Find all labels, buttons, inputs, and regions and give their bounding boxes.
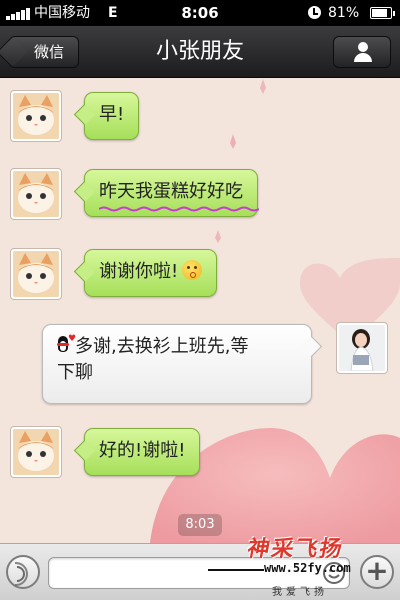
chat-info-button[interactable] bbox=[333, 36, 391, 68]
timestamp-badge: 8:03 bbox=[178, 514, 222, 536]
qq-penguin-icon: ♥ bbox=[57, 335, 76, 354]
watermark-title: 神采飞扬 bbox=[245, 537, 346, 562]
battery-percent: 81% bbox=[328, 5, 360, 21]
incoming-bubble[interactable]: 谢谢你啦! bbox=[84, 249, 218, 297]
cat-avatar[interactable] bbox=[10, 426, 62, 478]
cat-photo bbox=[13, 171, 59, 217]
alarm-icon bbox=[308, 6, 321, 19]
message-text-line1: 多谢,去换衫上班先,等 bbox=[75, 336, 249, 357]
message-row: 好的!谢啦! bbox=[0, 418, 400, 488]
message-row: 早! bbox=[0, 78, 400, 148]
message-row: ♥ 多谢,去换衫上班先,等 下聊 bbox=[0, 318, 400, 408]
cat-avatar[interactable] bbox=[10, 90, 62, 142]
message-row: 昨天我蛋糕好好吃 bbox=[0, 158, 400, 228]
girl-photo-avatar[interactable] bbox=[336, 322, 388, 374]
battery-level-fill bbox=[372, 9, 387, 17]
cat-photo bbox=[13, 429, 59, 475]
incoming-bubble[interactable]: 好的!谢啦! bbox=[84, 428, 201, 476]
cat-photo bbox=[13, 93, 59, 139]
voice-icon[interactable] bbox=[6, 555, 40, 589]
message-row: 谢谢你啦! bbox=[0, 238, 400, 308]
chat-area[interactable]: 早! 昨天我蛋糕好好吃 谢谢你啦! ♥ 多谢,去换衫上班先,等 下聊 好的!谢啦!… bbox=[0, 78, 400, 543]
status-bar: 中国移动 E 8:06 81% bbox=[0, 0, 400, 26]
nav-bar: 微信 小张朋友 bbox=[0, 26, 400, 78]
underline-squiggle bbox=[99, 206, 259, 212]
girl-photo bbox=[339, 325, 385, 371]
message-text: 谢谢你啦! bbox=[99, 261, 179, 282]
watermark-url: www.52fy.com bbox=[208, 561, 351, 575]
message-text: 早! bbox=[99, 104, 125, 125]
person-icon bbox=[354, 42, 372, 62]
incoming-bubble[interactable]: 昨天我蛋糕好好吃 bbox=[84, 169, 259, 217]
incoming-bubble[interactable]: 早! bbox=[84, 92, 140, 140]
watermark-subtitle: 我爱飞扬 bbox=[272, 587, 328, 598]
battery-icon bbox=[370, 7, 395, 19]
kiss-emoji-icon bbox=[182, 260, 203, 280]
plus-icon[interactable]: + bbox=[360, 555, 394, 589]
outgoing-bubble[interactable]: ♥ 多谢,去换衫上班先,等 下聊 bbox=[42, 324, 312, 404]
message-text: 昨天我蛋糕好好吃 bbox=[99, 181, 243, 202]
cat-avatar[interactable] bbox=[10, 168, 62, 220]
message-text: 好的!谢啦! bbox=[99, 440, 186, 461]
cat-avatar[interactable] bbox=[10, 248, 62, 300]
cat-photo bbox=[13, 251, 59, 297]
message-text-line2: 下聊 bbox=[57, 362, 93, 383]
